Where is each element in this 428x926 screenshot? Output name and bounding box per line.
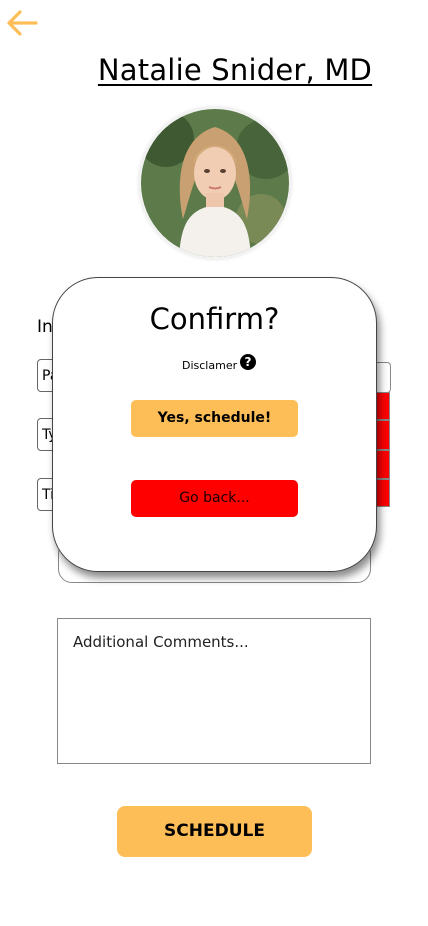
back-arrow-icon[interactable] <box>6 8 40 38</box>
confirm-modal: Confirm? Disclamer ? Yes, schedule! Go b… <box>52 277 377 572</box>
section-label: In <box>37 317 53 337</box>
comments-textarea[interactable]: Additional Comments... <box>57 618 371 764</box>
doctor-name: Natalie Snider, MD <box>97 53 373 87</box>
yes-schedule-button[interactable]: Yes, schedule! <box>131 400 298 437</box>
doctor-avatar <box>141 109 289 257</box>
schedule-button[interactable]: SCHEDULE <box>117 806 312 857</box>
question-circle-icon[interactable]: ? <box>240 354 256 370</box>
go-back-button[interactable]: Go back... <box>131 480 298 517</box>
disclaimer-label: Disclamer <box>182 359 238 372</box>
modal-title: Confirm? <box>149 302 280 336</box>
